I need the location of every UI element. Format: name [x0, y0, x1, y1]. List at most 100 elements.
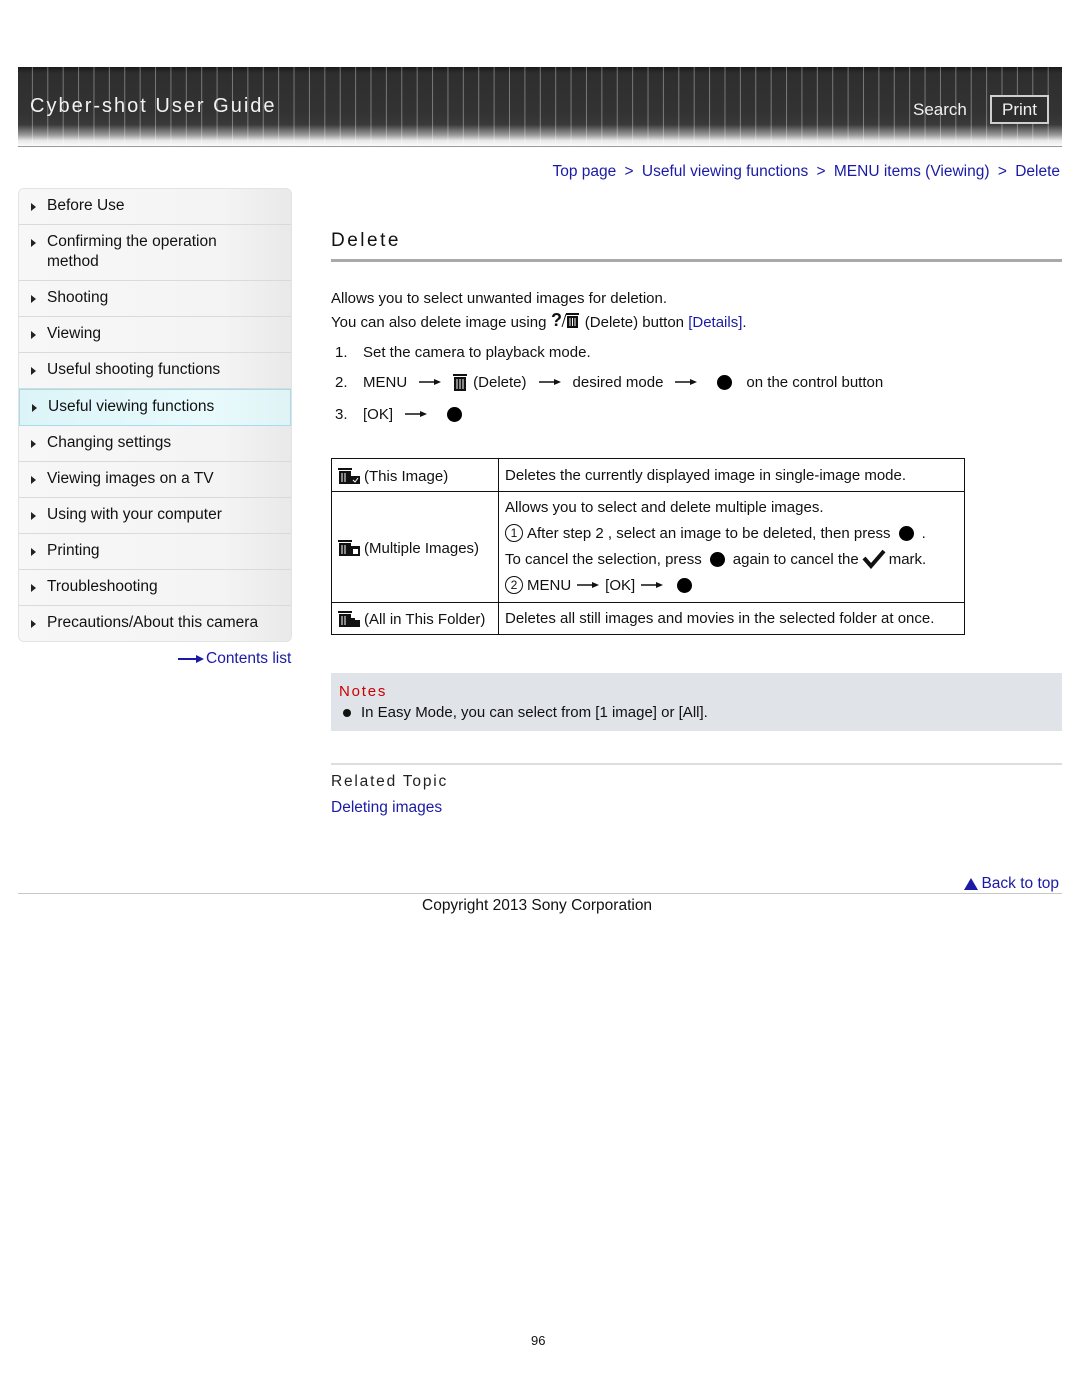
sidebar-item-useful-viewing[interactable]: Useful viewing functions: [19, 389, 291, 426]
intro-text: Allows you to select unwanted images for…: [331, 287, 747, 335]
menu-label: MENU: [527, 576, 572, 594]
sidebar-item-computer[interactable]: Using with your computer: [19, 498, 291, 534]
intro-text-pre: You can also delete image using: [331, 314, 547, 331]
details-link[interactable]: [Details]: [688, 314, 742, 331]
mode-label-cell: (All in This Folder): [331, 602, 499, 635]
mode-description-cell: Deletes the currently displayed image in…: [498, 458, 965, 492]
mode-description-cell: Allows you to select and delete multiple…: [498, 491, 965, 603]
description-text: After step 2 , select an image to be del…: [527, 524, 891, 542]
intro-text-mid: (Delete) button: [584, 314, 685, 331]
step-number: 2.: [335, 373, 348, 391]
center-button-icon: [677, 577, 693, 593]
sidebar-item-label: Useful viewing functions: [48, 398, 215, 415]
table-row: (Multiple Images) Allows you to select a…: [331, 491, 965, 603]
mode-label-cell: (This Image): [331, 458, 499, 492]
copyright: Copyright 2013 Sony Corporation: [422, 897, 653, 914]
sidebar-item-confirming[interactable]: Confirming the operation method: [19, 225, 291, 281]
back-to-top-link[interactable]: Back to top: [964, 875, 1059, 893]
delete-multiple-images-icon: [338, 539, 360, 556]
circled-number-icon: 2: [505, 576, 523, 594]
svg-text:?: ?: [551, 311, 562, 329]
related-topic-heading: Related Topic: [331, 773, 449, 790]
mode-label: (This Image): [364, 467, 449, 485]
breadcrumb-separator: >: [816, 163, 826, 180]
sidebar-item-label: Before Use: [47, 197, 125, 214]
triangle-right-icon: [31, 239, 36, 247]
sidebar-item-label: Viewing images on a TV: [47, 470, 214, 487]
menu-label: MENU: [363, 373, 408, 391]
sidebar-item-viewing-tv[interactable]: Viewing images on a TV: [19, 462, 291, 498]
sidebar-item-viewing[interactable]: Viewing: [19, 317, 291, 353]
sidebar-item-label: Printing: [47, 542, 100, 559]
step-number: 3.: [335, 405, 348, 423]
center-button-icon: [447, 406, 463, 422]
delete-this-image-icon: [338, 467, 360, 484]
breadcrumb-delete[interactable]: Delete: [1015, 163, 1060, 180]
header-divider: [18, 146, 1062, 147]
sidebar-item-troubleshooting[interactable]: Troubleshooting: [19, 570, 291, 606]
print-button[interactable]: Print: [990, 95, 1049, 124]
sidebar-item-shooting[interactable]: Shooting: [19, 281, 291, 317]
circled-number-icon: 1: [505, 524, 523, 542]
sidebar-item-label: Changing settings: [47, 434, 172, 451]
arrow-right-icon: [178, 655, 204, 663]
contents-list-link[interactable]: Contents list: [178, 650, 291, 668]
triangle-right-icon: [31, 620, 36, 628]
description-line: 2 MENU [OK]: [505, 572, 958, 598]
sidebar-item-label: Precautions/About this camera: [47, 614, 259, 631]
triangle-right-icon: [31, 476, 36, 484]
table-row: (All in This Folder) Deletes all still i…: [331, 602, 965, 635]
description-text: To cancel the selection, press: [505, 550, 702, 568]
triangle-right-icon: [31, 331, 36, 339]
sidebar-item-useful-shooting[interactable]: Useful shooting functions: [19, 353, 291, 389]
mode-label: (Multiple Images): [364, 539, 480, 557]
arrow-right-icon: [538, 379, 561, 385]
breadcrumb-separator: >: [997, 163, 1007, 180]
arrow-right-icon: [405, 411, 428, 417]
intro-line-1: Allows you to select unwanted images for…: [331, 290, 668, 307]
help-trash-button-icon: ?: [551, 311, 579, 329]
triangle-right-icon: [31, 512, 36, 520]
sidebar-item-label: Useful shooting functions: [47, 361, 221, 378]
arrow-right-icon: [419, 379, 442, 385]
sidebar-item-changing-settings[interactable]: Changing settings: [19, 426, 291, 462]
sidebar-item-label: Confirming the operation method: [47, 233, 217, 270]
description-text: again to cancel the: [732, 550, 859, 568]
intro-text-post: .: [742, 314, 747, 331]
footer-divider: [18, 893, 1062, 894]
trash-icon: [453, 374, 468, 391]
triangle-right-icon: [31, 548, 36, 556]
step-1: 1. Set the camera to playback mode.: [335, 337, 883, 367]
sidebar-item-printing[interactable]: Printing: [19, 534, 291, 570]
description-line: To cancel the selection, press again to …: [505, 546, 958, 572]
mode-label: (All in This Folder): [364, 611, 486, 628]
triangle-up-icon: [964, 878, 979, 890]
intro-line-2: You can also delete image using ? (Delet…: [331, 311, 747, 335]
related-topic-link[interactable]: Deleting images: [331, 799, 442, 817]
center-button-icon: [717, 374, 733, 390]
triangle-right-icon: [31, 203, 36, 211]
triangle-right-icon: [31, 584, 36, 592]
sidebar-item-precautions[interactable]: Precautions/About this camera: [19, 606, 291, 641]
mode-description-cell: Deletes all still images and movies in t…: [498, 602, 965, 635]
page-title: Delete: [331, 230, 401, 251]
search-link[interactable]: Search: [913, 100, 967, 120]
breadcrumb-menu-items[interactable]: MENU items (Viewing): [834, 163, 990, 180]
breadcrumb-separator: >: [624, 163, 634, 180]
breadcrumb-top-page[interactable]: Top page: [552, 163, 616, 180]
center-button-icon: [709, 551, 725, 567]
header-banner: Cyber-shot User Guide Search Print: [18, 67, 1062, 147]
breadcrumb-useful-viewing[interactable]: Useful viewing functions: [642, 163, 808, 180]
arrow-right-icon: [641, 582, 664, 588]
title-divider: [331, 259, 1062, 262]
triangle-right-icon: [31, 367, 36, 375]
sidebar-item-before-use[interactable]: Before Use: [19, 189, 291, 225]
sidebar-item-label: Troubleshooting: [47, 578, 158, 595]
arrow-right-icon: [577, 582, 600, 588]
triangle-right-icon: [31, 440, 36, 448]
delete-folder-icon: [338, 611, 360, 627]
arrow-right-icon: [675, 379, 698, 385]
mode-label-cell: (Multiple Images): [331, 491, 499, 603]
triangle-right-icon: [32, 404, 37, 412]
related-divider: [331, 763, 1062, 765]
